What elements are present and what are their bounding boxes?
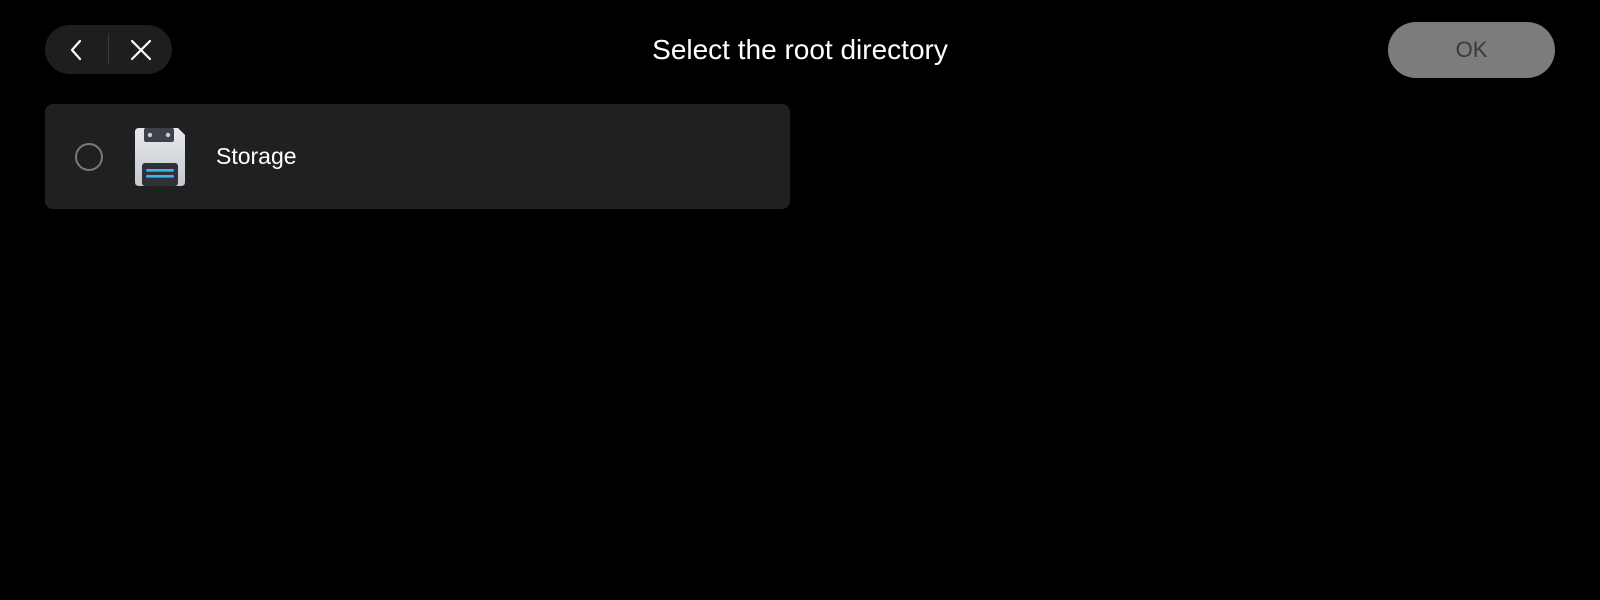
chevron-left-icon (70, 39, 81, 60)
close-button[interactable] (109, 25, 172, 74)
radio-button[interactable] (75, 142, 103, 171)
list-item-label: Storage (216, 143, 297, 169)
directory-picker-screen: Select the root directory OK Storage (0, 0, 1600, 600)
close-icon (130, 39, 151, 60)
storage-drive-icon (135, 127, 185, 186)
ok-button[interactable]: OK (1388, 22, 1555, 78)
back-button[interactable] (45, 25, 108, 74)
page-title: Select the root directory (652, 34, 948, 65)
list-item-storage[interactable]: Storage (45, 104, 790, 209)
nav-button-group (45, 25, 172, 74)
directory-list: Storage (45, 104, 790, 209)
page-title-wrapper: Select the root directory (0, 30, 1600, 70)
